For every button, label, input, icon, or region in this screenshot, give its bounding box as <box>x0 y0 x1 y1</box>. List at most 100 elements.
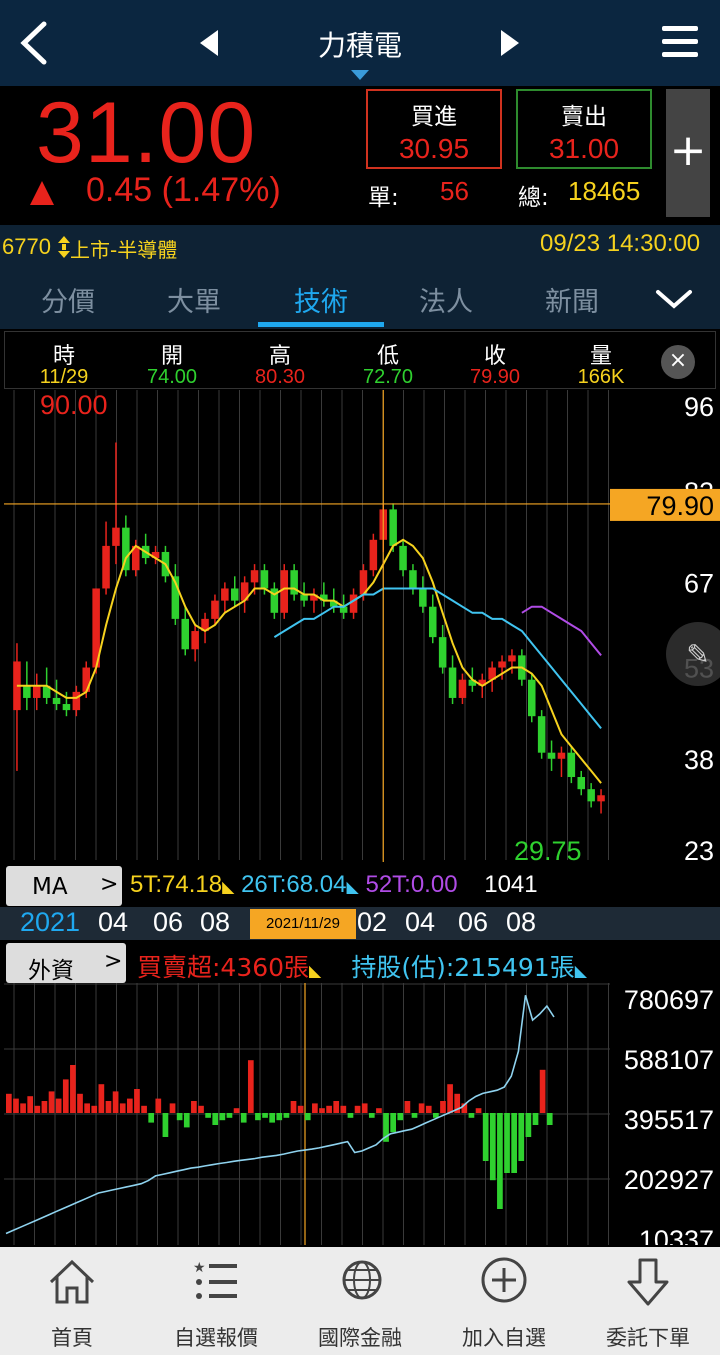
net-bar <box>497 1113 503 1209</box>
net-bar <box>262 1113 268 1118</box>
globe-icon <box>342 1260 382 1300</box>
candle-body <box>448 667 457 698</box>
change-value: 0.45 <box>86 171 153 209</box>
tab-news[interactable]: 新聞 <box>512 280 632 319</box>
net-bar <box>176 1113 183 1121</box>
chevron-down-icon[interactable] <box>652 284 696 314</box>
net-bar <box>276 1113 283 1121</box>
candle-body <box>230 588 239 601</box>
indicator-selector-button[interactable]: 外資 > <box>6 943 126 984</box>
nav-watchlist[interactable]: ★ 自選報價 <box>144 1250 288 1355</box>
next-stock-icon[interactable] <box>497 28 523 58</box>
net-bar <box>191 1101 197 1113</box>
ohlc-time: 11/29 <box>39 366 89 388</box>
list-icon: ★ <box>193 1260 237 1299</box>
candle-body <box>82 667 91 692</box>
net-bar <box>404 1101 411 1113</box>
ma-selector-button[interactable]: MA > <box>6 866 122 906</box>
ma-line-1 <box>273 587 602 730</box>
active-tab-indicator <box>258 322 384 327</box>
total-label: 總: <box>518 185 549 211</box>
net-bar <box>447 1084 453 1113</box>
candle-body <box>537 716 546 753</box>
low-price-label: 29.75 <box>514 836 582 862</box>
net-bar <box>525 1113 532 1137</box>
svg-text:★: ★ <box>193 1260 206 1276</box>
net-bar <box>112 1091 119 1113</box>
tab-technical[interactable]: 技術 <box>261 280 381 319</box>
net-bar <box>226 1113 233 1118</box>
stock-title[interactable]: 力積電 <box>260 24 460 64</box>
axis-month-label: 08 <box>506 907 537 937</box>
buy-label: 買進 <box>411 104 457 130</box>
nav-order[interactable]: 委託下單 <box>576 1250 720 1355</box>
tab-price-distribution[interactable]: 分價 <box>8 280 128 319</box>
add-button[interactable]: + <box>666 89 710 217</box>
tab-big-orders[interactable]: 大單 <box>134 280 254 319</box>
net-bar <box>340 1105 347 1113</box>
candle-body <box>547 752 556 759</box>
holding-marker-icon: ◣ <box>574 961 587 980</box>
net-bar <box>155 1098 162 1113</box>
foreign-investor-chart[interactable]: 780697 588107 395517 202927 10337 <box>4 983 720 1245</box>
nav-home[interactable]: 首頁 <box>0 1250 144 1355</box>
net-bar <box>418 1103 425 1113</box>
candle-body <box>498 661 506 668</box>
y-tick-label: 67 <box>684 568 714 598</box>
axis-year-label: 2021 <box>20 907 81 937</box>
pencil-icon: ✎ <box>686 638 709 671</box>
candle-body <box>597 795 605 802</box>
net-bar <box>482 1113 489 1161</box>
tab-institutional[interactable]: 法人 <box>386 280 506 319</box>
menu-icon[interactable] <box>660 22 700 62</box>
net-bar <box>247 1060 254 1113</box>
indicator-legend: 買賣超:4360張◣ 持股(估):215491張◣ <box>137 948 587 984</box>
ohlc-high: 80.30 <box>254 366 306 388</box>
candle-body <box>280 570 289 613</box>
nav-home-label: 首頁 <box>51 1326 93 1350</box>
net-bar <box>326 1105 332 1113</box>
candle-body <box>211 600 219 619</box>
unit-label: 單: <box>368 185 399 211</box>
net-bar <box>532 1113 539 1125</box>
down-arrow-icon <box>627 1258 669 1306</box>
net-bar <box>62 1079 69 1113</box>
net-bar <box>354 1105 361 1113</box>
last-price: 31.00 <box>36 85 257 181</box>
net-bar <box>27 1096 34 1113</box>
nav-international[interactable]: 國際金融 <box>288 1250 432 1355</box>
net-bar <box>290 1101 297 1113</box>
net-bar <box>304 1113 311 1121</box>
candlestick-chart[interactable]: 96826753382379.9090.0029.75✎ <box>4 390 720 862</box>
candle-body <box>389 509 397 546</box>
y-tick-label: 202927 <box>624 1165 714 1195</box>
net-bar <box>319 1108 325 1113</box>
ma26-marker-icon: ◣ <box>346 879 359 896</box>
axis-month-label: 02 <box>357 907 388 937</box>
candle-body <box>112 527 120 546</box>
back-icon[interactable] <box>14 20 54 66</box>
net-bar <box>91 1105 98 1113</box>
sell-price-box[interactable]: 賣出 31.00 <box>516 89 652 169</box>
total-volume: 18465 <box>568 176 641 206</box>
stock-code: 6770 <box>2 234 51 259</box>
close-icon[interactable]: × <box>661 345 695 379</box>
buy-price-box[interactable]: 買進 30.95 <box>366 89 502 169</box>
ohlc-close: 79.90 <box>469 366 521 388</box>
candle-body <box>260 570 269 589</box>
net-bar <box>347 1113 354 1118</box>
y-tick-label: 96 <box>684 392 714 422</box>
ma52-value: 52T:0.00 <box>365 871 458 898</box>
y-tick-label: 38 <box>684 745 714 775</box>
sort-icon <box>58 236 70 258</box>
net-bar <box>55 1098 62 1113</box>
net-bar <box>361 1103 368 1113</box>
net-bar <box>162 1113 169 1137</box>
chevron-right-icon: > <box>100 872 119 897</box>
nav-add-watchlist[interactable]: 加入自選 <box>432 1250 576 1355</box>
candle-body <box>369 539 378 571</box>
prev-stock-icon[interactable] <box>196 28 222 58</box>
net-bar <box>297 1105 304 1113</box>
candle-body <box>409 570 417 589</box>
title-dropdown-icon[interactable] <box>351 70 369 80</box>
